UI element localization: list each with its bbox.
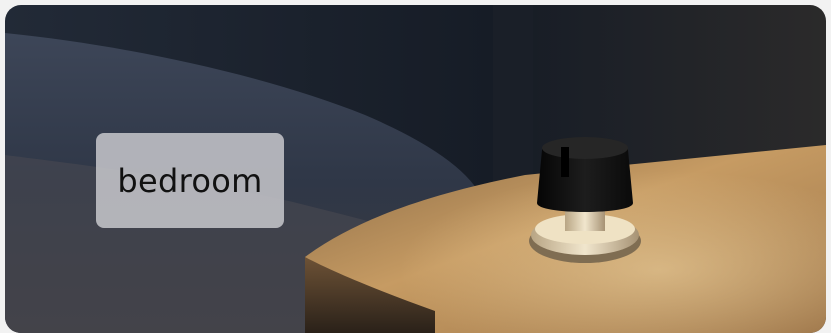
room-label-box: bedroom [96, 133, 284, 228]
bedroom-photo: bedroom [5, 5, 826, 333]
lamp-shade-slot [561, 147, 569, 177]
lamp-shade-top [542, 137, 628, 159]
room-label: bedroom [117, 161, 263, 200]
